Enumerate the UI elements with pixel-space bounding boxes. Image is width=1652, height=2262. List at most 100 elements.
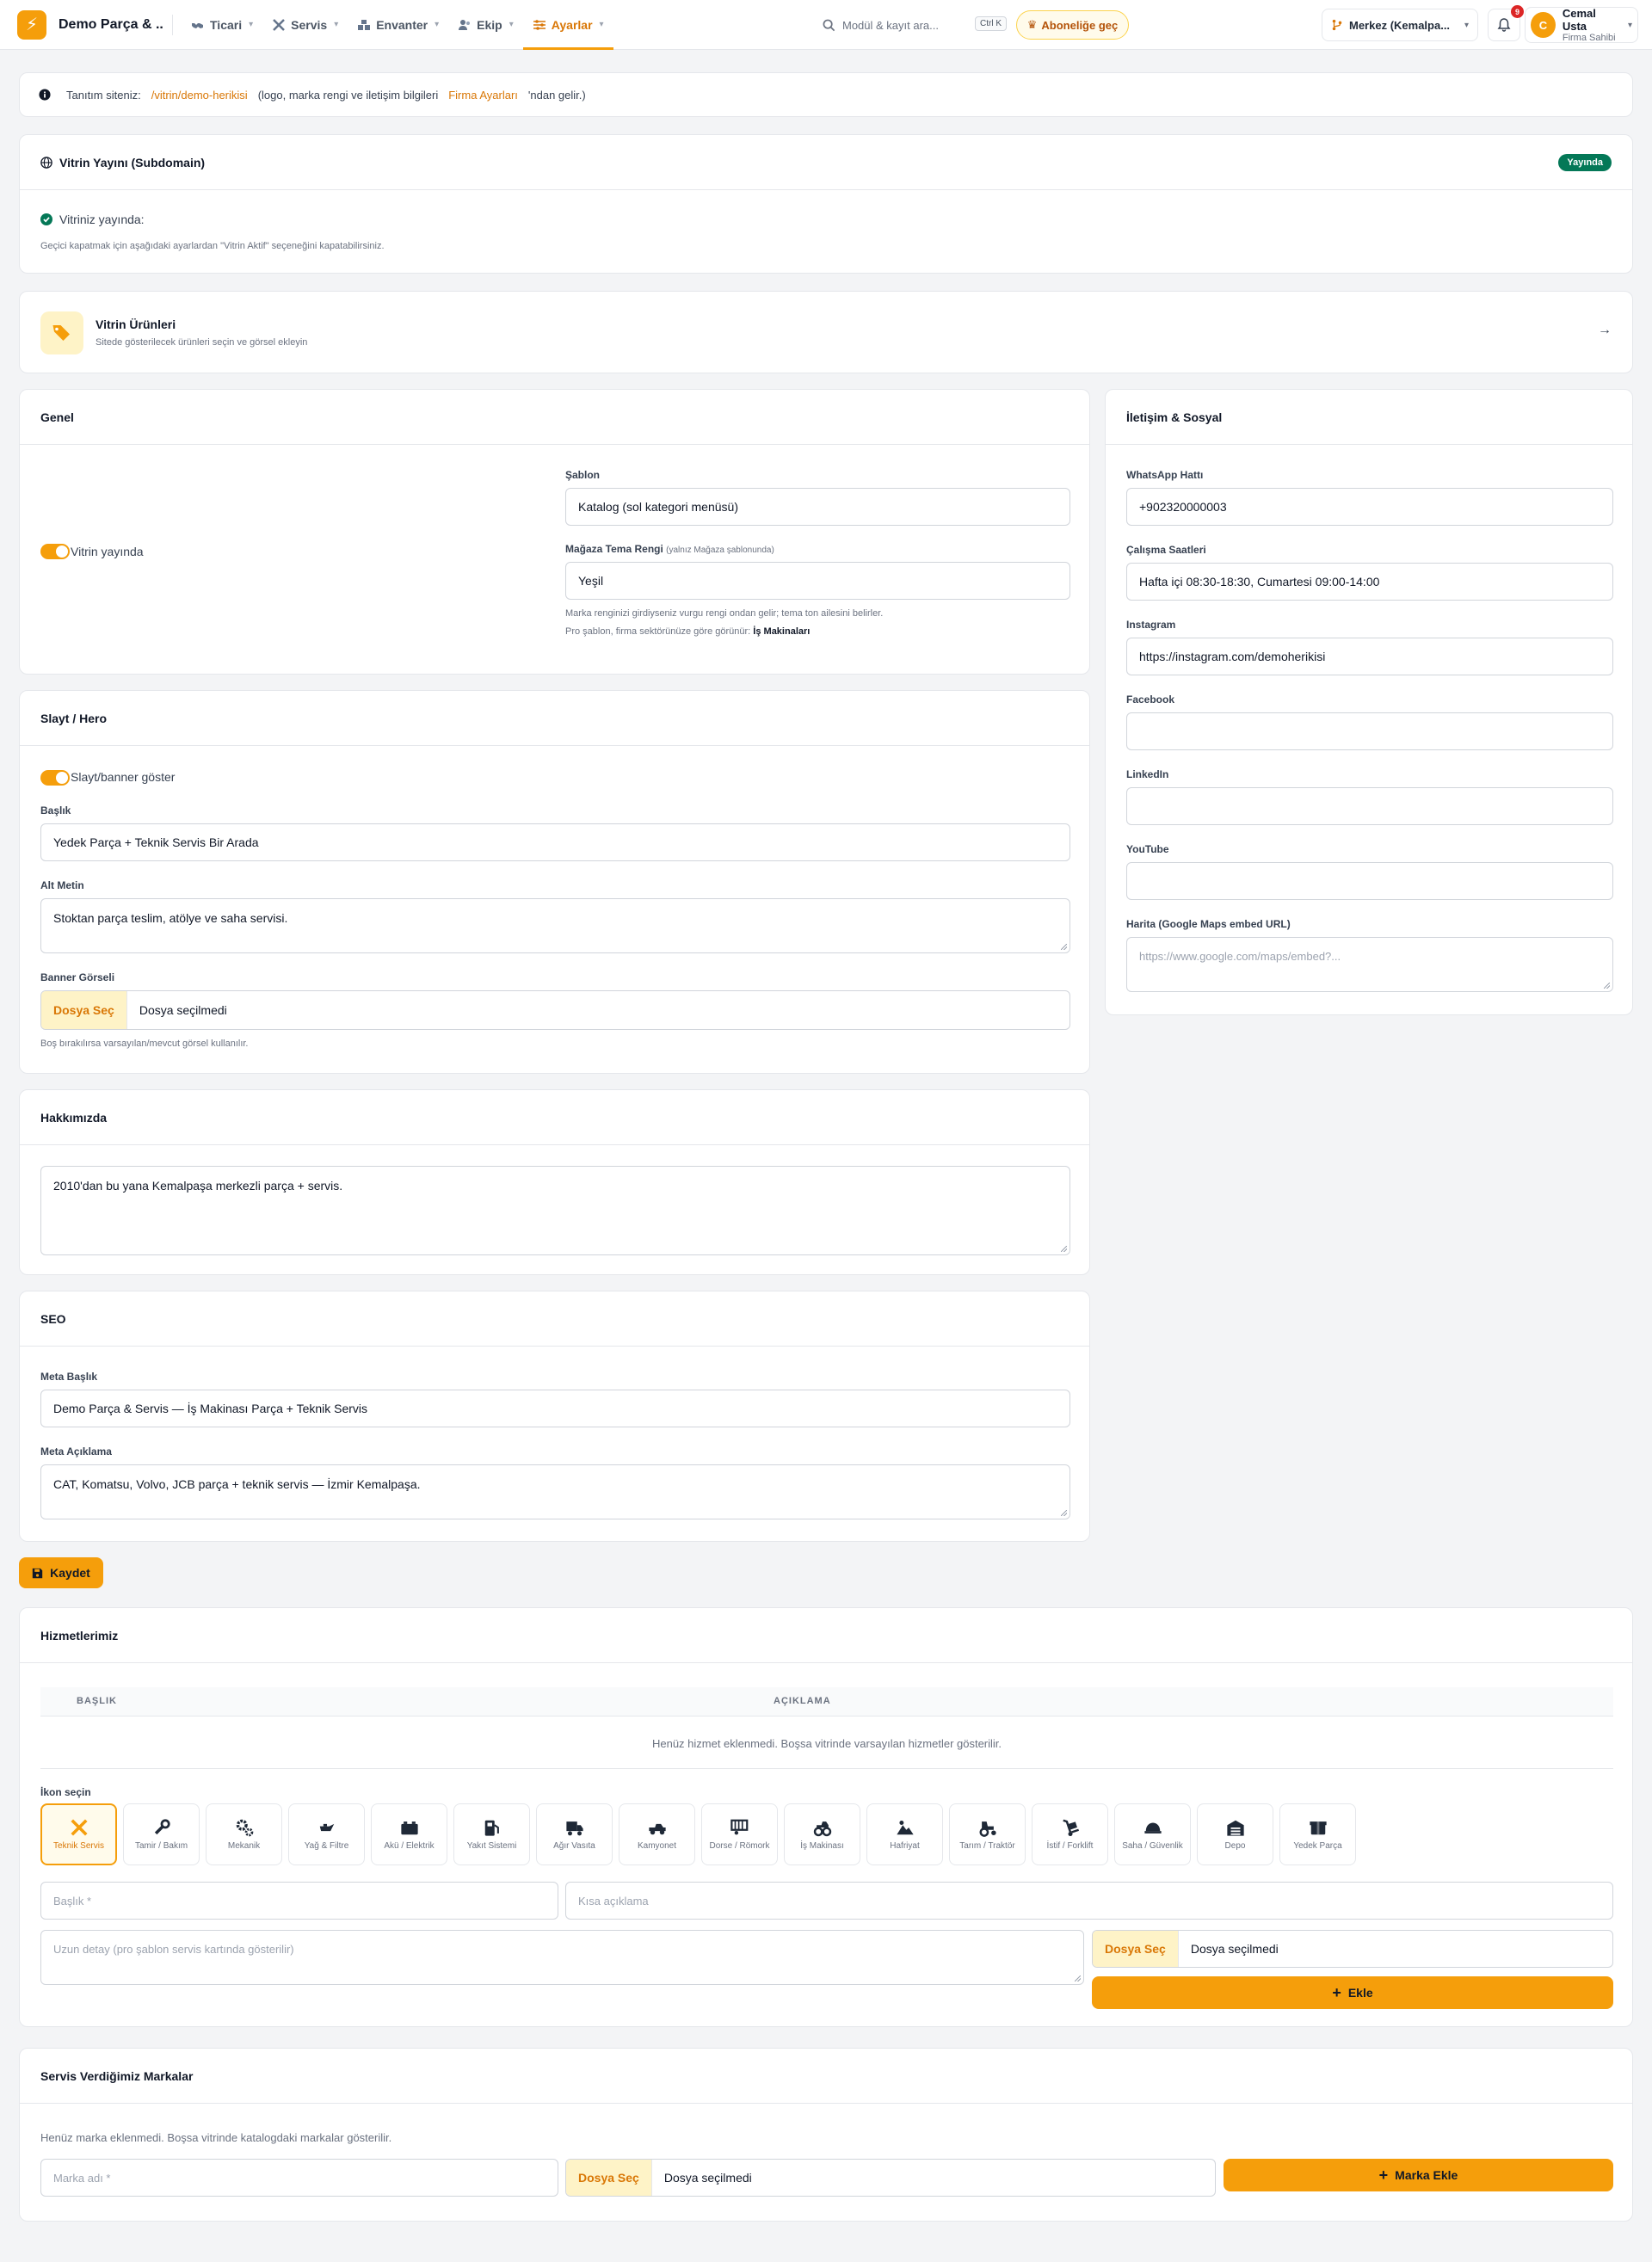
brand-file-input[interactable]: Dosya Seç Dosya seçilmedi [565,2159,1216,2197]
meta-desc-field[interactable]: CAT, Komatsu, Volvo, JCB parça + teknik … [40,1464,1070,1519]
contact-card: İletişim & Sosyal WhatsApp Hattı +902320… [1105,389,1633,1015]
banner-label: Banner Görseli [40,971,115,983]
add-brand-label: Marka Ekle [1395,2168,1458,2182]
icon-option-saha-guvenlik[interactable]: Saha / Güvenlik [1114,1803,1191,1865]
nav-label: Servis [291,17,328,32]
icon-option-aku-elektrik[interactable]: Akü / Elektrik [371,1803,447,1865]
service-detail-input[interactable]: Uzun detay (pro şablon servis kartında g… [40,1930,1084,1985]
hero-toggle-label: Slayt/banner göster [71,770,176,784]
icon-option-istif-forklift[interactable]: İstif / Forklift [1032,1803,1108,1865]
box-icon [1309,1821,1327,1835]
live-text: Vitriniz yayında: [59,213,145,226]
col-desc: AÇIKLAMA [774,1696,831,1706]
nav-envanter[interactable]: Envanter ▾ [348,0,448,50]
instagram-label: Instagram [1126,619,1176,631]
hero-sub-label: Alt Metin [40,879,84,891]
instagram-field[interactable]: https://instagram.com/demoherikisi [1126,638,1613,675]
icon-option-depo[interactable]: Depo [1197,1803,1273,1865]
choose-file-button[interactable]: Dosya Seç [1093,1931,1179,1967]
icon-option-mekanik[interactable]: Mekanik [206,1803,282,1865]
linkedin-label: LinkedIn [1126,768,1169,780]
notifications-button[interactable]: 9 [1488,5,1524,41]
truck-icon [565,1821,583,1836]
whatsapp-field[interactable]: +902320000003 [1126,488,1613,526]
user-menu[interactable]: C Cemal Usta Firma Sahibi ▾ [1525,7,1638,43]
nav-ayarlar[interactable]: Ayarlar ▾ [522,0,613,50]
tools-icon [273,18,286,31]
icon-option-yakit-sistemi[interactable]: Yakıt Sistemi [453,1803,530,1865]
map-field[interactable]: https://www.google.com/maps/embed?... [1126,937,1613,992]
icon-option-yag-filtre[interactable]: Yağ & Filtre [288,1803,365,1865]
wrench-icon [154,1819,170,1835]
service-desc-input[interactable]: Kısa açıklama [565,1882,1613,1920]
icon-option-hafriyat[interactable]: Hafriyat [866,1803,943,1865]
shortcut-badge: Ctrl K [975,16,1007,31]
storefront-toggle[interactable] [40,544,70,559]
hero-sub-field[interactable]: Stoktan parça teslim, atölye ve saha ser… [40,898,1070,953]
icon-option-label: Yedek Parça [1293,1841,1342,1851]
brand-name-input[interactable]: Marka adı * [40,2159,558,2197]
icon-option-yedek-parca[interactable]: Yedek Parça [1279,1803,1356,1865]
hours-field[interactable]: Hafta içi 08:30-18:30, Cumartesi 09:00-1… [1126,563,1613,601]
template-select[interactable]: Katalog (sol kategori menüsü) [565,488,1070,526]
add-service-button[interactable]: + Ekle [1092,1976,1613,2009]
icon-option-dorse-romork[interactable]: Dorse / Römork [701,1803,778,1865]
hero-toggle[interactable] [40,770,70,786]
bolt-icon[interactable]: ⚡ [17,9,46,40]
info-suffix: 'ndan gelir.) [527,88,586,102]
icon-option-kamyonet[interactable]: Kamyonet [619,1803,695,1865]
nav-servis[interactable]: Servis ▾ [262,0,348,50]
icon-option-tarim-traktor[interactable]: Tarım / Traktör [949,1803,1026,1865]
branch-selector[interactable]: Merkez (Kemalpa... ▾ [1322,9,1478,41]
save-button[interactable]: Kaydet [19,1557,103,1588]
firm-settings-link[interactable]: Firma Ayarları [448,89,518,102]
meta-title-field[interactable]: Demo Parça & Servis — İş Makinası Parça … [40,1390,1070,1427]
global-search[interactable]: Modül & kayıt ara... Ctrl K [823,12,1007,38]
youtube-field[interactable] [1126,862,1613,900]
map-label: Harita (Google Maps embed URL) [1126,918,1291,930]
youtube-label: YouTube [1126,843,1169,855]
plus-icon: + [1332,1984,1341,2001]
nav-label: Ayarlar [551,17,593,32]
services-header: Hizmetlerimiz [20,1608,1632,1663]
theme-hint: (yalnız Mağaza şablonunda) [666,545,774,555]
pro-note: Pro şablon, firma sektörünüze göre görün… [565,626,810,637]
nav-label: Ekip [477,17,502,32]
general-card: Genel Vitrin yayında Şablon Katalog (sol… [19,389,1090,675]
icon-option-teknik-servis[interactable]: Teknik Servis [40,1803,117,1865]
main-nav: Ticari ▾ Servis ▾ Envanter ▾ Ekip ▾ Ayarlar ▾ [182,0,613,50]
warehouse-icon [358,19,371,30]
info-prefix: Tanıtım siteniz: [66,88,141,102]
meta-title-label: Meta Başlık [40,1371,98,1383]
about-field[interactable]: 2010'dan bu yana Kemalpaşa merkezli parç… [40,1166,1070,1255]
icon-option-agir-vasita[interactable]: Ağır Vasıta [536,1803,613,1865]
app-name[interactable]: Demo Parça & ... [59,17,163,33]
choose-file-button[interactable]: Dosya Seç [566,2160,652,2196]
products-card[interactable]: Vitrin Ürünleri Sitede gösterilecek ürün… [19,291,1633,373]
storefront-toggle-label: Vitrin yayında [71,545,144,558]
linkedin-field[interactable] [1126,787,1613,825]
bell-icon [1497,18,1511,32]
icon-option-is-makinasi[interactable]: İş Makinası [784,1803,860,1865]
facebook-field[interactable] [1126,712,1613,750]
branch-icon [1332,19,1342,31]
choose-file-button[interactable]: Dosya Seç [41,991,127,1029]
check-circle-icon [40,213,52,225]
banner-file-input[interactable]: Dosya Seç Dosya seçilmedi [40,990,1070,1030]
publish-title: Vitrin Yayını (Subdomain) [59,155,206,169]
tools-icon [70,1819,88,1836]
nav-ekip[interactable]: Ekip ▾ [448,0,523,50]
nav-ticari[interactable]: Ticari ▾ [182,0,262,50]
cogs-icon [236,1819,253,1837]
subscribe-button[interactable]: ♛ Aboneliğe geç [1016,10,1129,40]
brands-empty: Henüz marka eklenmedi. Boşsa vitrinde ka… [40,2131,392,2144]
service-title-input[interactable]: Başlık * [40,1882,558,1920]
hero-heading-field[interactable]: Yedek Parça + Teknik Servis Bir Arada [40,823,1070,861]
service-file-input[interactable]: Dosya Seç Dosya seçilmedi [1092,1930,1613,1968]
services-card: Hizmetlerimiz BAŞLIK AÇIKLAMA Henüz hizm… [19,1607,1633,2027]
icon-option-tamir-bakim[interactable]: Tamir / Bakım [123,1803,200,1865]
theme-select[interactable]: Yeşil [565,562,1070,600]
brands-card: Servis Verdiğimiz Markalar Henüz marka e… [19,2048,1633,2222]
add-brand-button[interactable]: + Marka Ekle [1224,2159,1613,2191]
site-link[interactable]: /vitrin/demo-herikisi [151,89,248,102]
